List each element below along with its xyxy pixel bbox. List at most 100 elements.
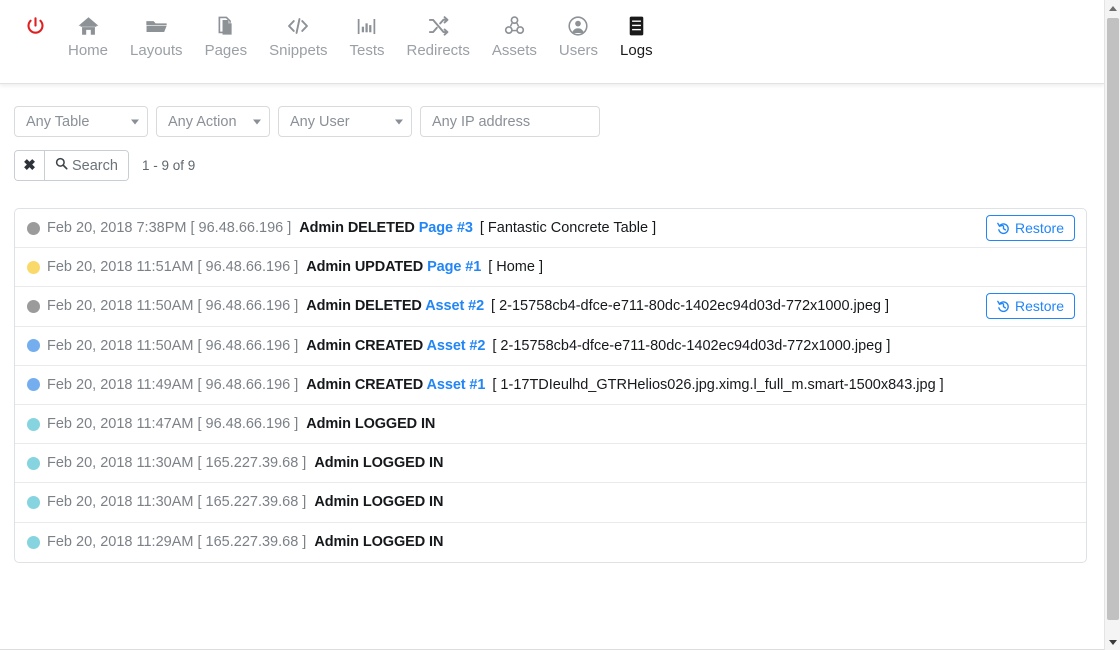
log-timestamp-ip: Feb 20, 2018 7:38PM [ 96.48.66.196 ] bbox=[47, 220, 291, 236]
log-timestamp-ip: Feb 20, 2018 11:50AM [ 96.48.66.196 ] bbox=[47, 338, 298, 354]
nav-item-label: Tests bbox=[349, 43, 384, 59]
status-dot-login bbox=[27, 496, 40, 509]
log-target-link[interactable]: Asset #2 bbox=[427, 338, 486, 354]
close-icon: ✖ bbox=[23, 158, 36, 173]
nav-item-label: Assets bbox=[492, 43, 537, 59]
status-dot-created bbox=[27, 378, 40, 391]
pages-icon bbox=[215, 11, 236, 41]
chevron-down-icon bbox=[253, 119, 261, 124]
log-description: Admin LOGGED IN bbox=[306, 416, 435, 432]
user-circle-icon bbox=[567, 11, 589, 41]
status-dot-updated bbox=[27, 261, 40, 274]
search-button[interactable]: Search bbox=[44, 151, 128, 180]
table-filter-value: Any Table bbox=[26, 114, 89, 130]
status-dot-deleted bbox=[27, 222, 40, 235]
nav-item-label: Users bbox=[559, 43, 598, 59]
status-dot-login bbox=[27, 418, 40, 431]
log-target-link[interactable]: Page #1 bbox=[427, 259, 481, 275]
log-row: Feb 20, 2018 11:29AM [ 165.227.39.68 ]Ad… bbox=[15, 523, 1086, 562]
log-description: Admin CREATED Asset #2 bbox=[306, 338, 485, 354]
log-target-link[interactable]: Asset #2 bbox=[425, 298, 484, 314]
shuffle-icon bbox=[427, 11, 450, 41]
ip-address-input[interactable] bbox=[420, 106, 600, 137]
log-description: Admin LOGGED IN bbox=[314, 494, 443, 510]
power-icon bbox=[25, 11, 46, 41]
log-action: LOGGED IN bbox=[363, 455, 443, 471]
restore-button[interactable]: Restore bbox=[986, 293, 1075, 319]
page-viewport: Home Layouts Pages Snippets Tests Redirects As… bbox=[0, 0, 1104, 650]
log-action: DELETED bbox=[355, 298, 422, 314]
nav-item-layouts[interactable]: Layouts bbox=[119, 11, 194, 59]
clear-filters-button[interactable]: ✖ bbox=[15, 151, 44, 180]
log-target-link[interactable]: Page #3 bbox=[419, 220, 473, 236]
log-actor: Admin bbox=[306, 298, 351, 314]
log-action: LOGGED IN bbox=[363, 534, 443, 550]
book-icon bbox=[627, 11, 646, 41]
log-description: Admin DELETED Asset #2 bbox=[306, 298, 484, 314]
log-actor: Admin bbox=[306, 338, 351, 354]
search-button-group: ✖ Search bbox=[14, 150, 129, 181]
nav-item-tests[interactable]: Tests bbox=[338, 11, 395, 59]
nav-item-logs[interactable]: Logs bbox=[609, 11, 664, 59]
nav-item-redirects[interactable]: Redirects bbox=[396, 11, 481, 59]
scrollbar-thumb[interactable] bbox=[1107, 18, 1119, 620]
log-list: Feb 20, 2018 7:38PM [ 96.48.66.196 ] Admi… bbox=[14, 208, 1087, 563]
log-actor: Admin bbox=[314, 494, 359, 510]
home-icon bbox=[77, 11, 100, 41]
log-timestamp-ip: Feb 20, 2018 11:30AM [ 165.227.39.68 ] bbox=[47, 455, 306, 471]
log-action: UPDATED bbox=[355, 259, 423, 275]
history-icon bbox=[997, 300, 1010, 313]
nav-item-snippets[interactable]: Snippets bbox=[258, 11, 338, 59]
log-row: Feb 20, 2018 11:30AM [ 165.227.39.68 ]Ad… bbox=[15, 483, 1086, 522]
chevron-down-icon bbox=[395, 119, 403, 124]
log-description: Admin LOGGED IN bbox=[314, 455, 443, 471]
log-timestamp-ip: Feb 20, 2018 11:49AM [ 96.48.66.196 ] bbox=[47, 377, 298, 393]
vertical-scrollbar[interactable] bbox=[1104, 0, 1120, 650]
log-description: Admin DELETED Page #3 bbox=[299, 220, 473, 236]
log-action: DELETED bbox=[348, 220, 415, 236]
nav-item-assets[interactable]: Assets bbox=[481, 11, 548, 59]
action-filter-select[interactable]: Any Action bbox=[156, 106, 270, 137]
main-navigation: Home Layouts Pages Snippets Tests Redirects As… bbox=[0, 0, 1104, 84]
restore-button[interactable]: Restore bbox=[986, 215, 1075, 241]
log-detail: [ Fantastic Concrete Table ] bbox=[480, 220, 656, 236]
chevron-down-icon bbox=[131, 119, 139, 124]
log-detail: [ Home ] bbox=[488, 259, 543, 275]
table-filter-select[interactable]: Any Table bbox=[14, 106, 148, 137]
log-description: Admin LOGGED IN bbox=[314, 534, 443, 550]
search-button-label: Search bbox=[72, 158, 118, 174]
log-actor: Admin bbox=[306, 259, 351, 275]
nav-item-label: Snippets bbox=[269, 43, 327, 59]
nav-item-pages[interactable]: Pages bbox=[194, 11, 259, 59]
log-target-link[interactable]: Asset #1 bbox=[427, 377, 486, 393]
log-description: Admin UPDATED Page #1 bbox=[306, 259, 481, 275]
nav-item-home[interactable]: Home bbox=[57, 11, 119, 59]
log-detail: [ 2-15758cb4-dfce-e711-80dc-1402ec94d03d… bbox=[491, 298, 889, 314]
restore-button-label: Restore bbox=[1015, 220, 1064, 236]
log-detail: [ 2-15758cb4-dfce-e711-80dc-1402ec94d03d… bbox=[492, 338, 890, 354]
scroll-down-arrow-icon[interactable] bbox=[1105, 634, 1120, 650]
log-row: Feb 20, 2018 11:50AM [ 96.48.66.196 ] Adm… bbox=[15, 327, 1086, 366]
log-row: Feb 20, 2018 11:51AM [ 96.48.66.196 ]Adm… bbox=[15, 248, 1086, 287]
log-actor: Admin bbox=[306, 416, 351, 432]
status-dot-login bbox=[27, 536, 40, 549]
log-action: LOGGED IN bbox=[355, 416, 435, 432]
log-row: Feb 20, 2018 7:38PM [ 96.48.66.196 ] Admi… bbox=[15, 209, 1086, 248]
nav-item-power[interactable] bbox=[14, 11, 57, 41]
search-icon bbox=[55, 157, 68, 174]
nav-item-label: Layouts bbox=[130, 43, 183, 59]
log-row: Feb 20, 2018 11:50AM [ 96.48.66.196 ]Adm… bbox=[15, 287, 1086, 326]
log-detail: [ 1-17TDIeulhd_GTRHelios026.jpg.ximg.l_f… bbox=[492, 377, 943, 393]
log-row: Feb 20, 2018 11:49AM [ 96.48.66.196 ] Adm… bbox=[15, 366, 1086, 405]
history-icon bbox=[997, 222, 1010, 235]
scroll-up-arrow-icon[interactable] bbox=[1105, 0, 1120, 16]
assets-icon bbox=[503, 11, 526, 41]
log-action: CREATED bbox=[355, 377, 423, 393]
nav-item-label: Pages bbox=[205, 43, 248, 59]
log-description: Admin CREATED Asset #1 bbox=[306, 377, 485, 393]
user-filter-select[interactable]: Any User bbox=[278, 106, 412, 137]
nav-item-users[interactable]: Users bbox=[548, 11, 609, 59]
log-actor: Admin bbox=[306, 377, 351, 393]
app-window: Home Layouts Pages Snippets Tests Redirects As… bbox=[0, 0, 1120, 650]
status-dot-deleted bbox=[27, 300, 40, 313]
